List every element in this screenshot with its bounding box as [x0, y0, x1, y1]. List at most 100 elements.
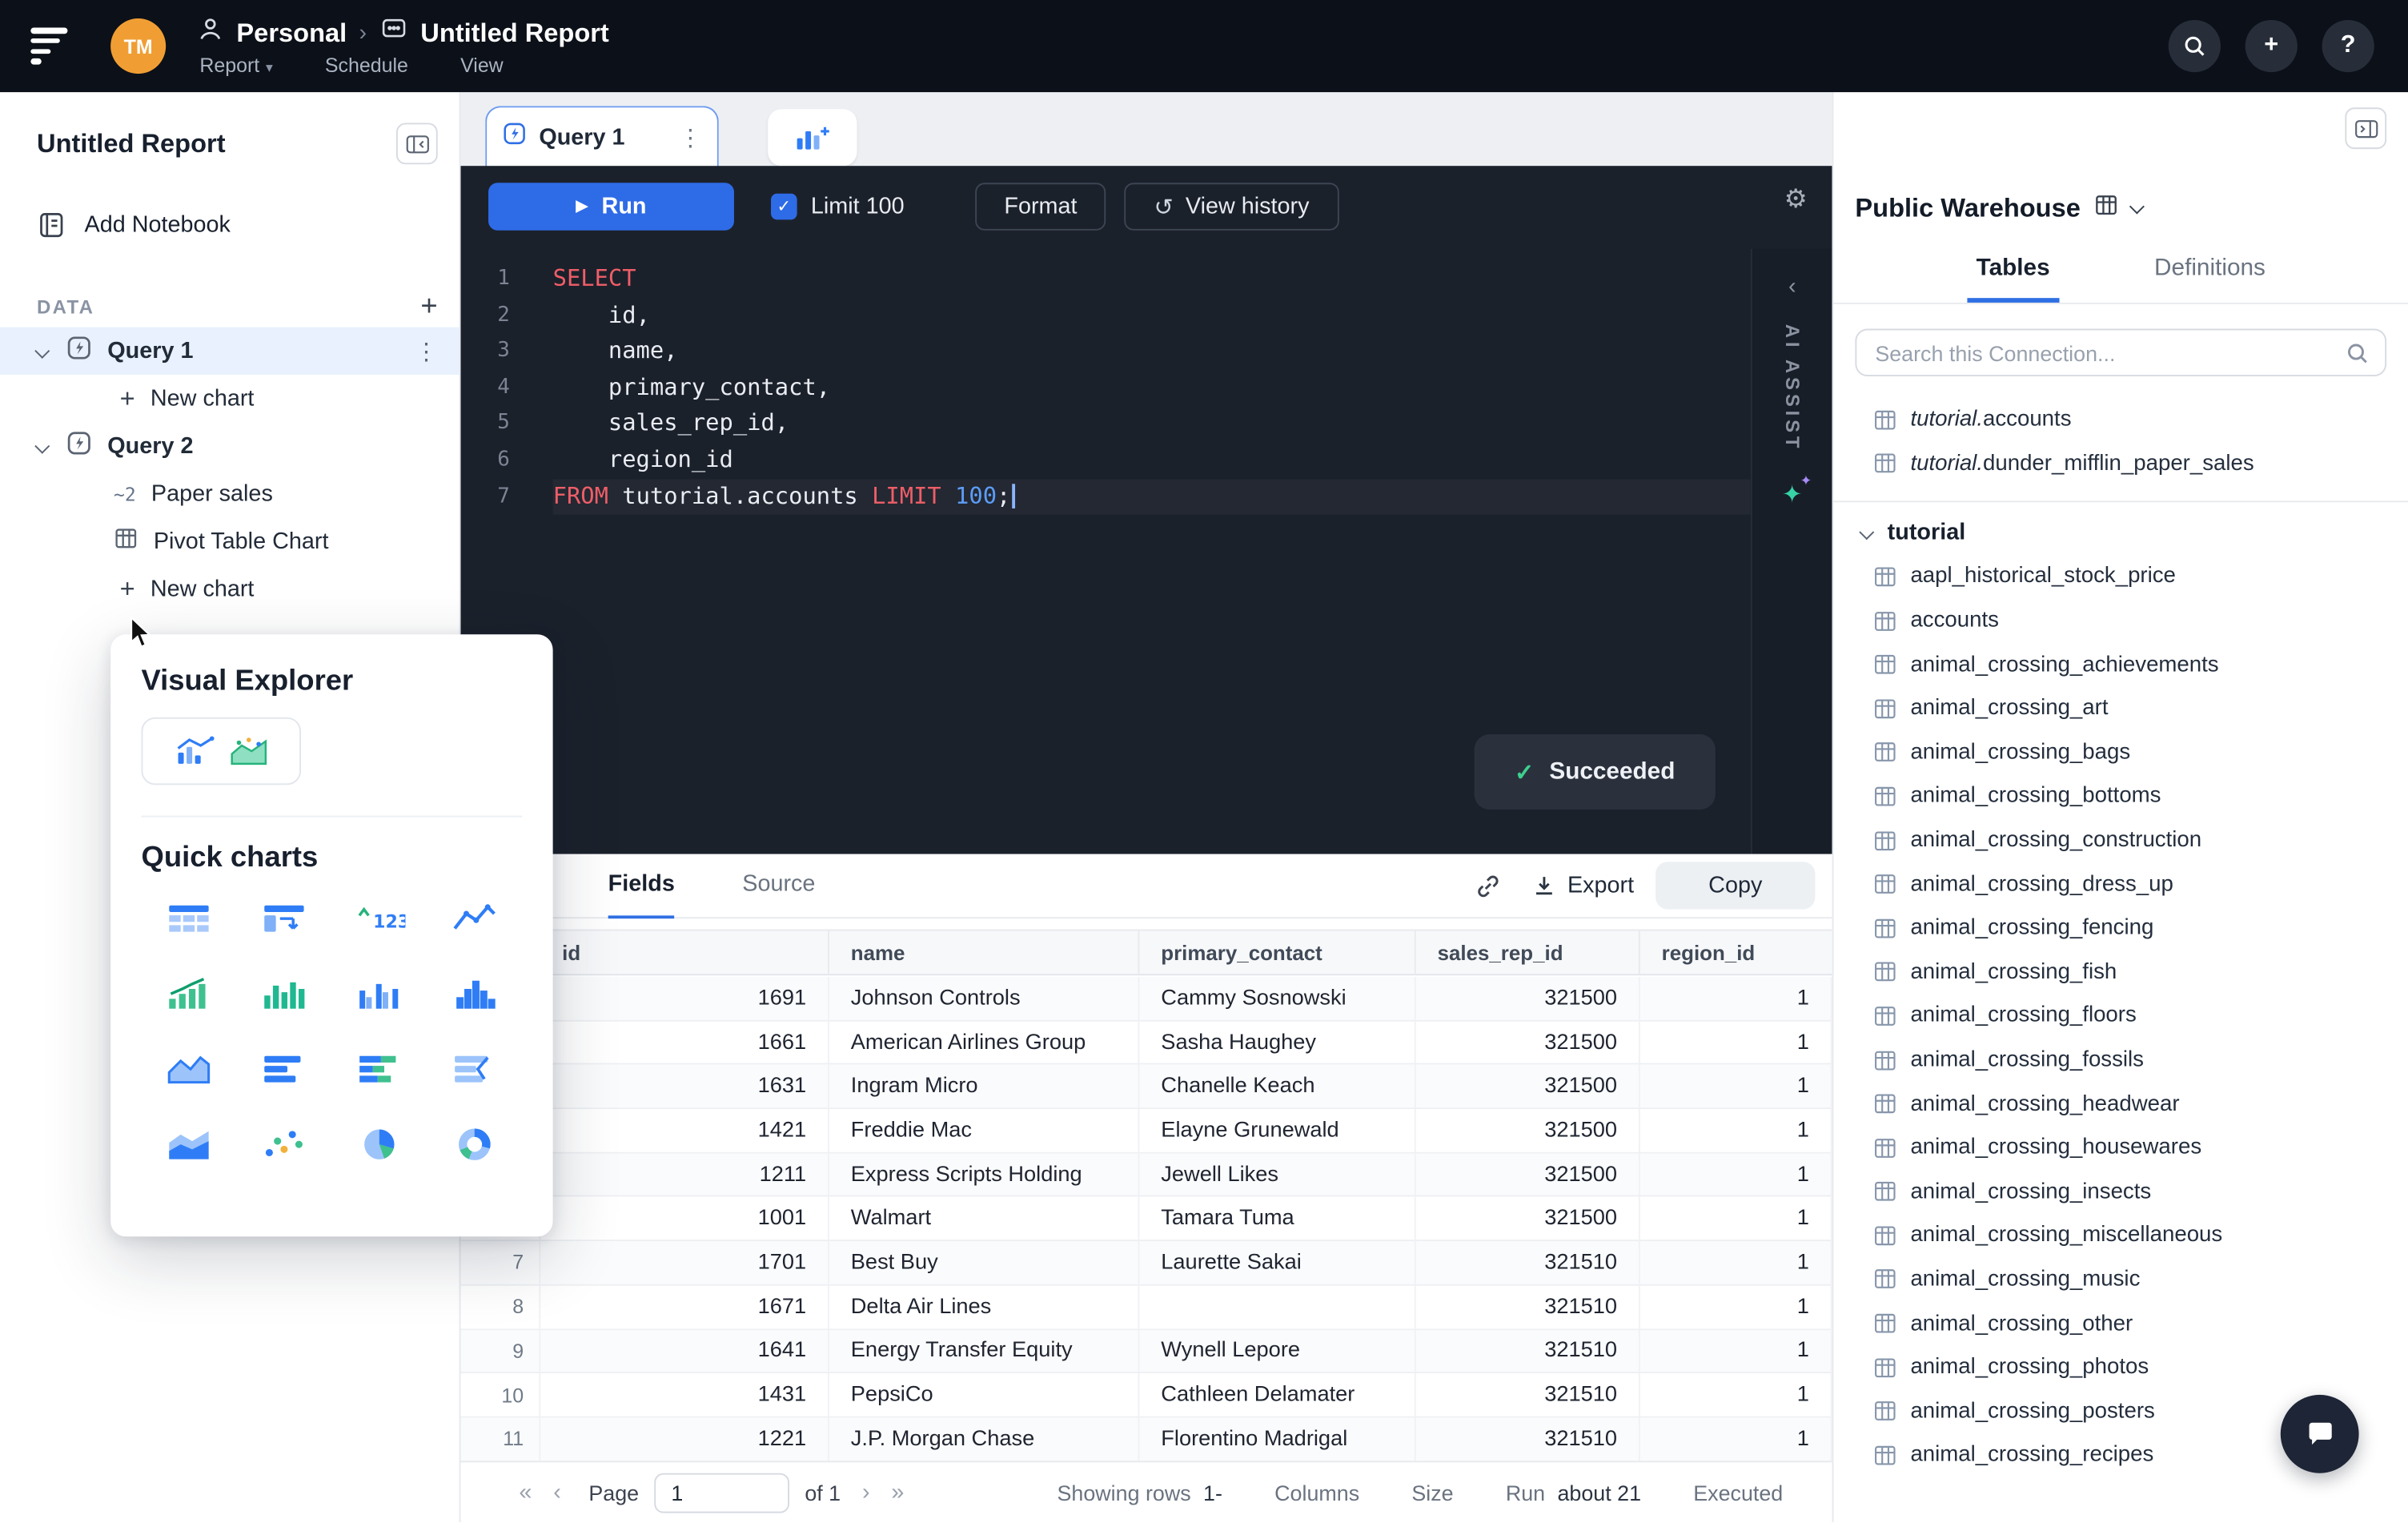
table-row[interactable]: 9 1641 Energy Transfer Equity Wynell Lep… [460, 1329, 1832, 1374]
table-list-item[interactable]: animal_crossing_other [1834, 1301, 2408, 1345]
pinned-table-item[interactable]: tutorial.dunder_mifflin_paper_sales [1834, 442, 2408, 486]
tab-query1[interactable]: Query 1 ⋮ [485, 106, 719, 168]
sparkle-icon[interactable]: ✦ ✦ [1782, 473, 1812, 510]
cell-primary-contact[interactable]: Elayne Grunewald [1139, 1109, 1416, 1152]
quick-chart-donut[interactable] [440, 1123, 508, 1167]
column-header-primary-contact[interactable]: primary_contact [1139, 930, 1416, 974]
cell-id[interactable]: 1701 [540, 1241, 829, 1284]
menu-view[interactable]: View [460, 54, 504, 77]
table-list-item[interactable]: animal_crossing_music [1834, 1258, 2408, 1302]
cell-sales-rep-id[interactable]: 321510 [1416, 1241, 1640, 1284]
cell-id[interactable]: 1691 [540, 977, 829, 1020]
table-row[interactable]: 10 1431 PepsiCo Cathleen Delamater 32151… [460, 1373, 1832, 1418]
cell-primary-contact[interactable]: Cammy Sosnowski [1139, 977, 1416, 1020]
table-row[interactable]: 8 1671 Delta Air Lines 321510 1 [460, 1285, 1832, 1330]
table-list-item[interactable]: animal_crossing_bottoms [1834, 774, 2408, 818]
cell-sales-rep-id[interactable]: 321510 [1416, 1329, 1640, 1372]
cell-name[interactable]: Best Buy [829, 1241, 1140, 1284]
cell-primary-contact[interactable]: Wynell Lepore [1139, 1329, 1416, 1372]
quick-chart-stacked-area[interactable] [155, 1123, 223, 1167]
cell-name[interactable]: PepsiCo [829, 1373, 1140, 1417]
column-header-id[interactable]: id [540, 930, 829, 974]
cell-region-id[interactable]: 1 [1640, 1329, 1832, 1372]
cell-sales-rep-id[interactable]: 321500 [1416, 977, 1640, 1020]
quick-chart-column[interactable] [250, 972, 319, 1016]
table-list-item[interactable]: animal_crossing_achievements [1834, 643, 2408, 687]
chevron-left-icon[interactable]: ‹ [1788, 273, 1796, 299]
table-list-item[interactable]: animal_crossing_fish [1834, 950, 2408, 995]
cell-id[interactable]: 1671 [540, 1285, 829, 1328]
chevron-down-icon[interactable] [34, 343, 50, 359]
table-list-item[interactable]: animal_crossing_dress_up [1834, 862, 2408, 906]
cell-primary-contact[interactable]: Sasha Haughey [1139, 1021, 1416, 1064]
quick-chart-scatter[interactable] [250, 1123, 319, 1167]
prev-page-button[interactable]: ‹ [553, 1479, 561, 1505]
table-row[interactable]: 6 1001 Walmart Tamara Tuma 321500 1 [460, 1197, 1832, 1242]
table-list-item[interactable]: animal_crossing_housewares [1834, 1126, 2408, 1170]
cell-sales-rep-id[interactable]: 321500 [1416, 1065, 1640, 1108]
ai-assist-panel[interactable]: ‹ AI ASSIST ✦ ✦ [1750, 248, 1832, 854]
chat-launcher-button[interactable] [2280, 1394, 2359, 1473]
tab-tables[interactable]: Tables [1967, 239, 2060, 303]
cell-region-id[interactable]: 1 [1640, 1285, 1832, 1328]
cell-name[interactable]: Johnson Controls [829, 977, 1140, 1020]
quick-chart-line[interactable] [440, 897, 508, 941]
cell-region-id[interactable]: 1 [1640, 1021, 1832, 1064]
cell-sales-rep-id[interactable]: 321500 [1416, 1021, 1640, 1064]
next-page-button[interactable]: › [862, 1479, 870, 1505]
pinned-table-item[interactable]: tutorial.accounts [1834, 398, 2408, 442]
checkbox-checked-icon[interactable]: ✓ [771, 193, 797, 220]
view-history-button[interactable]: ↺ View history [1124, 183, 1338, 231]
cell-name[interactable]: Express Scripts Holding [829, 1153, 1140, 1196]
connection-search[interactable] [1855, 328, 2387, 377]
table-list-item[interactable]: animal_crossing_construction [1834, 818, 2408, 862]
breadcrumb-report-title[interactable]: Untitled Report [420, 18, 609, 48]
quick-chart-histogram[interactable] [440, 972, 508, 1016]
table-list-item[interactable]: animal_crossing_photos [1834, 1345, 2408, 1389]
run-button[interactable]: ▶ Run [488, 183, 734, 231]
cell-name[interactable]: J.P. Morgan Chase [829, 1417, 1140, 1461]
cell-sales-rep-id[interactable]: 321500 [1416, 1109, 1640, 1152]
add-notebook-button[interactable]: Add Notebook [37, 211, 460, 239]
quick-chart-pivot-table[interactable] [250, 897, 319, 941]
cell-name[interactable]: Delta Air Lines [829, 1285, 1140, 1328]
quick-chart-table[interactable] [155, 897, 223, 941]
cell-region-id[interactable]: 1 [1640, 977, 1832, 1020]
create-new-button[interactable]: + [2245, 19, 2298, 73]
table-row[interactable]: 5 1211 Express Scripts Holding Jewell Li… [460, 1153, 1832, 1198]
quick-chart-bar[interactable] [250, 1047, 319, 1091]
table-row[interactable]: 11 1221 J.P. Morgan Chase Florentino Mad… [460, 1417, 1832, 1462]
new-chart-button-query1[interactable]: + New chart [0, 375, 460, 422]
cell-region-id[interactable]: 1 [1640, 1241, 1832, 1284]
cell-id[interactable]: 1431 [540, 1373, 829, 1417]
table-list-item[interactable]: accounts [1834, 599, 2408, 643]
cell-name[interactable]: Freddie Mac [829, 1109, 1140, 1152]
cell-name[interactable]: Energy Transfer Equity [829, 1329, 1140, 1372]
cell-primary-contact[interactable]: Cathleen Delamater [1139, 1373, 1416, 1417]
column-header-region-id[interactable]: region_id [1640, 931, 1832, 974]
table-row[interactable]: 4 1421 Freddie Mac Elayne Grunewald 3215… [460, 1109, 1832, 1154]
cell-primary-contact[interactable]: Florentino Madrigal [1139, 1417, 1416, 1461]
cell-id[interactable]: 1661 [540, 1021, 829, 1064]
cell-sales-rep-id[interactable]: 321510 [1416, 1285, 1640, 1328]
cell-sales-rep-id[interactable]: 321510 [1416, 1417, 1640, 1461]
column-header-name[interactable]: name [829, 930, 1140, 974]
cell-id[interactable]: 1221 [540, 1417, 829, 1461]
kebab-menu-icon[interactable]: ⋮ [415, 337, 438, 365]
help-button[interactable]: ? [2322, 19, 2374, 73]
editor-settings-button[interactable]: ⚙ [1784, 184, 1808, 215]
cell-id[interactable]: 1421 [540, 1109, 829, 1152]
table-row[interactable]: 1 1691 Johnson Controls Cammy Sosnowski … [460, 977, 1832, 1022]
cell-sales-rep-id[interactable]: 321510 [1416, 1373, 1640, 1417]
table-list-item[interactable]: animal_crossing_headwear [1834, 1082, 2408, 1126]
cell-primary-contact[interactable]: Tamara Tuma [1139, 1197, 1416, 1240]
quick-chart-single-value[interactable]: 123 [345, 897, 414, 941]
limit-checkbox[interactable]: ✓ Limit 100 [771, 193, 905, 220]
chevron-down-icon[interactable] [1859, 524, 1875, 540]
cell-primary-contact[interactable]: Laurette Sakai [1139, 1241, 1416, 1284]
column-header-sales-rep-id[interactable]: sales_rep_id [1416, 930, 1640, 974]
cell-id[interactable]: 1641 [540, 1329, 829, 1372]
cell-region-id[interactable]: 1 [1640, 1109, 1832, 1152]
collapse-right-panel-button[interactable] [2345, 107, 2387, 150]
tree-item-paper-sales[interactable]: ~2 Paper sales [0, 470, 460, 517]
